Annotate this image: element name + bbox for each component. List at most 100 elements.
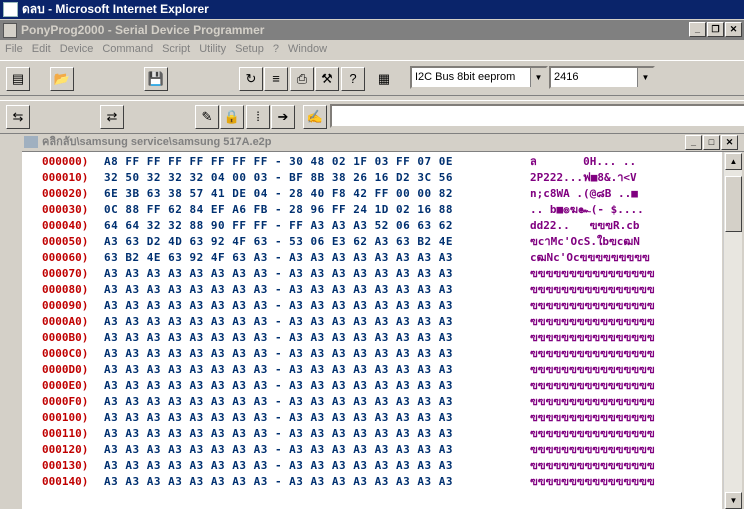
row-address: 000050)	[42, 235, 89, 248]
row-hex-bytes[interactable]: A3 63 D2 4D 63 92 4F 63 - 53 06 E3 62 A3…	[104, 234, 453, 250]
row-ascii[interactable]: ฃฃฃฃฃฃฃฃฃฃฃฃฃฃฃฃ	[530, 426, 655, 442]
row-hex-bytes[interactable]: A3 A3 A3 A3 A3 A3 A3 A3 - A3 A3 A3 A3 A3…	[104, 410, 453, 426]
row-ascii[interactable]: ฃฃฃฃฃฃฃฃฃฃฃฃฃฃฃฃ	[530, 410, 655, 426]
row-ascii[interactable]: ฃฃฃฃฃฃฃฃฃฃฃฃฃฃฃฃ	[530, 442, 655, 458]
write-device-icon[interactable]: ⇄	[100, 105, 124, 129]
wrench-icon[interactable]: ⚒	[315, 67, 339, 91]
edit-buffer-icon[interactable]: ≡	[264, 67, 288, 91]
scroll-down-icon[interactable]: ▼	[725, 492, 742, 509]
chevron-down-icon[interactable]: ▼	[637, 68, 653, 87]
menu-setup[interactable]: Setup	[235, 43, 264, 55]
app-title-bar[interactable]: PonyProg2000 - Serial Device Programmer …	[0, 20, 744, 40]
maximize-icon[interactable]: □	[703, 135, 720, 150]
menu-script[interactable]: Script	[162, 43, 190, 55]
row-hex-bytes[interactable]: A3 A3 A3 A3 A3 A3 A3 A3 - A3 A3 A3 A3 A3…	[104, 426, 453, 442]
row-ascii[interactable]: dd22.. ฃฃฃR.cb	[530, 218, 639, 234]
row-address: 0000F0)	[42, 395, 89, 408]
row-ascii[interactable]: ฃฃฃฃฃฃฃฃฃฃฃฃฃฃฃฃ	[530, 378, 655, 394]
row-hex-bytes[interactable]: A3 A3 A3 A3 A3 A3 A3 A3 - A3 A3 A3 A3 A3…	[104, 298, 453, 314]
row-hex-bytes[interactable]: 63 B2 4E 63 92 4F 63 A3 - A3 A3 A3 A3 A3…	[104, 250, 453, 266]
row-ascii[interactable]: ฃฃฃฃฃฃฃฃฃฃฃฃฃฃฃฃ	[530, 346, 655, 362]
menu-utility[interactable]: Utility	[199, 43, 226, 55]
row-hex-bytes[interactable]: A3 A3 A3 A3 A3 A3 A3 A3 - A3 A3 A3 A3 A3…	[104, 474, 453, 490]
arrow-right-icon[interactable]: ➔	[271, 105, 295, 129]
row-hex-bytes[interactable]: 32 50 32 32 32 04 00 03 - BF 8B 38 26 16…	[104, 170, 453, 186]
row-ascii[interactable]: ฃฃฃฃฃฃฃฃฃฃฃฃฃฃฃฃ	[530, 474, 655, 490]
row-hex-bytes[interactable]: A3 A3 A3 A3 A3 A3 A3 A3 - A3 A3 A3 A3 A3…	[104, 282, 453, 298]
row-ascii[interactable]: n;c8WA .(@๘B ..■	[530, 186, 638, 202]
edit-note-icon[interactable]: ✍	[303, 105, 327, 129]
document-title-bar[interactable]: คลิกลับ\samsung service\samsung 517A.e2p…	[22, 134, 744, 152]
device-model-select[interactable]: 2416 ▼	[549, 66, 655, 89]
menu-edit[interactable]: Edit	[32, 43, 51, 55]
open-folder-icon[interactable]: 📂	[50, 67, 74, 91]
close-icon[interactable]: ✕	[721, 135, 738, 150]
row-address: 000120)	[42, 443, 89, 456]
row-ascii[interactable]: ฃฃฃฃฃฃฃฃฃฃฃฃฃฃฃฃ	[530, 458, 655, 474]
print-icon[interactable]: ⎙	[290, 67, 314, 91]
menu-help[interactable]: ?	[273, 43, 279, 55]
menu-device[interactable]: Device	[60, 43, 94, 55]
row-hex-bytes[interactable]: 0C 88 FF 62 84 EF A6 FB - 28 96 FF 24 1D…	[104, 202, 453, 218]
reload-icon[interactable]: ↻	[239, 67, 263, 91]
row-hex-bytes[interactable]: 64 64 32 32 88 90 FF FF - FF A3 A3 A3 52…	[104, 218, 453, 234]
menu-window[interactable]: Window	[288, 43, 327, 55]
close-icon[interactable]: ✕	[725, 22, 742, 37]
row-hex-bytes[interactable]: A3 A3 A3 A3 A3 A3 A3 A3 - A3 A3 A3 A3 A3…	[104, 362, 453, 378]
chip-icon: ▦	[372, 67, 396, 91]
row-address: 000080)	[42, 283, 89, 296]
ie-app-icon	[3, 2, 18, 17]
read-device-icon[interactable]: ⇆	[6, 105, 30, 129]
row-hex-bytes[interactable]: A3 A3 A3 A3 A3 A3 A3 A3 - A3 A3 A3 A3 A3…	[104, 330, 453, 346]
row-ascii[interactable]: ฃฃฃฃฃฃฃฃฃฃฃฃฃฃฃฃ	[530, 298, 655, 314]
minimize-icon[interactable]: _	[689, 22, 706, 37]
lock-icon[interactable]: 🔒	[220, 105, 244, 129]
config-bits-icon[interactable]: ⁞	[246, 105, 270, 129]
row-hex-bytes[interactable]: A3 A3 A3 A3 A3 A3 A3 A3 - A3 A3 A3 A3 A3…	[104, 458, 453, 474]
help-icon[interactable]: ?	[341, 67, 365, 91]
window-controls: _ ❐ ✕	[688, 22, 742, 38]
row-address: 000140)	[42, 475, 89, 488]
menu-file[interactable]: File	[5, 43, 23, 55]
scroll-up-icon[interactable]: ▲	[725, 153, 742, 170]
note-field[interactable]	[330, 104, 744, 128]
row-ascii[interactable]: ฃฃฃฃฃฃฃฃฃฃฃฃฃฃฃฃ	[530, 330, 655, 346]
row-hex-bytes[interactable]: A3 A3 A3 A3 A3 A3 A3 A3 - A3 A3 A3 A3 A3…	[104, 442, 453, 458]
device-bus-select[interactable]: I2C Bus 8bit eeprom ▼	[410, 66, 548, 89]
document-icon	[24, 136, 38, 148]
row-address: 000090)	[42, 299, 89, 312]
row-ascii[interactable]: ฃฃฃฃฃฃฃฃฃฃฃฃฃฃฃฃ	[530, 266, 655, 282]
minimize-icon[interactable]: _	[685, 135, 702, 150]
restore-icon[interactable]: ❐	[707, 22, 724, 37]
row-ascii[interactable]: .. b■๏ฆ๛(- $....	[530, 202, 644, 218]
erase-icon[interactable]: ✎	[195, 105, 219, 129]
row-hex-bytes[interactable]: A3 A3 A3 A3 A3 A3 A3 A3 - A3 A3 A3 A3 A3…	[104, 266, 453, 282]
hex-editor[interactable]: 000000) A8 FF FF FF FF FF FF FF - 30 48 0…	[22, 152, 722, 509]
save-icon[interactable]: 💾	[144, 67, 168, 91]
row-ascii[interactable]: 2P222...ฟ■8&.า<V	[530, 170, 637, 186]
row-address: 0000C0)	[42, 347, 89, 360]
vertical-scrollbar[interactable]: ▲ ▼	[723, 152, 742, 509]
menu-command[interactable]: Command	[102, 43, 153, 55]
new-file-icon[interactable]: ▤	[6, 67, 30, 91]
row-ascii[interactable]: ฃฃฃฃฃฃฃฃฃฃฃฃฃฃฃฃ	[530, 282, 655, 298]
row-hex-bytes[interactable]: A3 A3 A3 A3 A3 A3 A3 A3 - A3 A3 A3 A3 A3…	[104, 314, 453, 330]
row-address: 000020)	[42, 187, 89, 200]
row-address: 000130)	[42, 459, 89, 472]
row-ascii[interactable]: ล 0H... ..	[530, 154, 636, 170]
row-hex-bytes[interactable]: A3 A3 A3 A3 A3 A3 A3 A3 - A3 A3 A3 A3 A3…	[104, 346, 453, 362]
row-ascii[interactable]: ฃฃฃฃฃฃฃฃฃฃฃฃฃฃฃฃ	[530, 314, 655, 330]
scroll-thumb[interactable]	[725, 176, 742, 232]
row-address: 0000B0)	[42, 331, 89, 344]
row-hex-bytes[interactable]: 6E 3B 63 38 57 41 DE 04 - 28 40 F8 42 FF…	[104, 186, 453, 202]
row-ascii[interactable]: ฃcาMc'OcS.ใbฃcฒN	[530, 234, 640, 250]
row-hex-bytes[interactable]: A3 A3 A3 A3 A3 A3 A3 A3 - A3 A3 A3 A3 A3…	[104, 378, 453, 394]
row-ascii[interactable]: cฒNc'Ocฃฃฃฃฃฃฃฃฃ	[530, 250, 650, 266]
row-hex-bytes[interactable]: A3 A3 A3 A3 A3 A3 A3 A3 - A3 A3 A3 A3 A3…	[104, 394, 453, 410]
chevron-down-icon[interactable]: ▼	[530, 68, 546, 87]
row-ascii[interactable]: ฃฃฃฃฃฃฃฃฃฃฃฃฃฃฃฃ	[530, 394, 655, 410]
row-ascii[interactable]: ฃฃฃฃฃฃฃฃฃฃฃฃฃฃฃฃ	[530, 362, 655, 378]
ie-title-bar[interactable]: ดลบ - Microsoft Internet Explorer	[0, 0, 744, 19]
row-hex-bytes[interactable]: A8 FF FF FF FF FF FF FF - 30 48 02 1F 03…	[104, 154, 453, 170]
row-address: 000010)	[42, 171, 89, 184]
